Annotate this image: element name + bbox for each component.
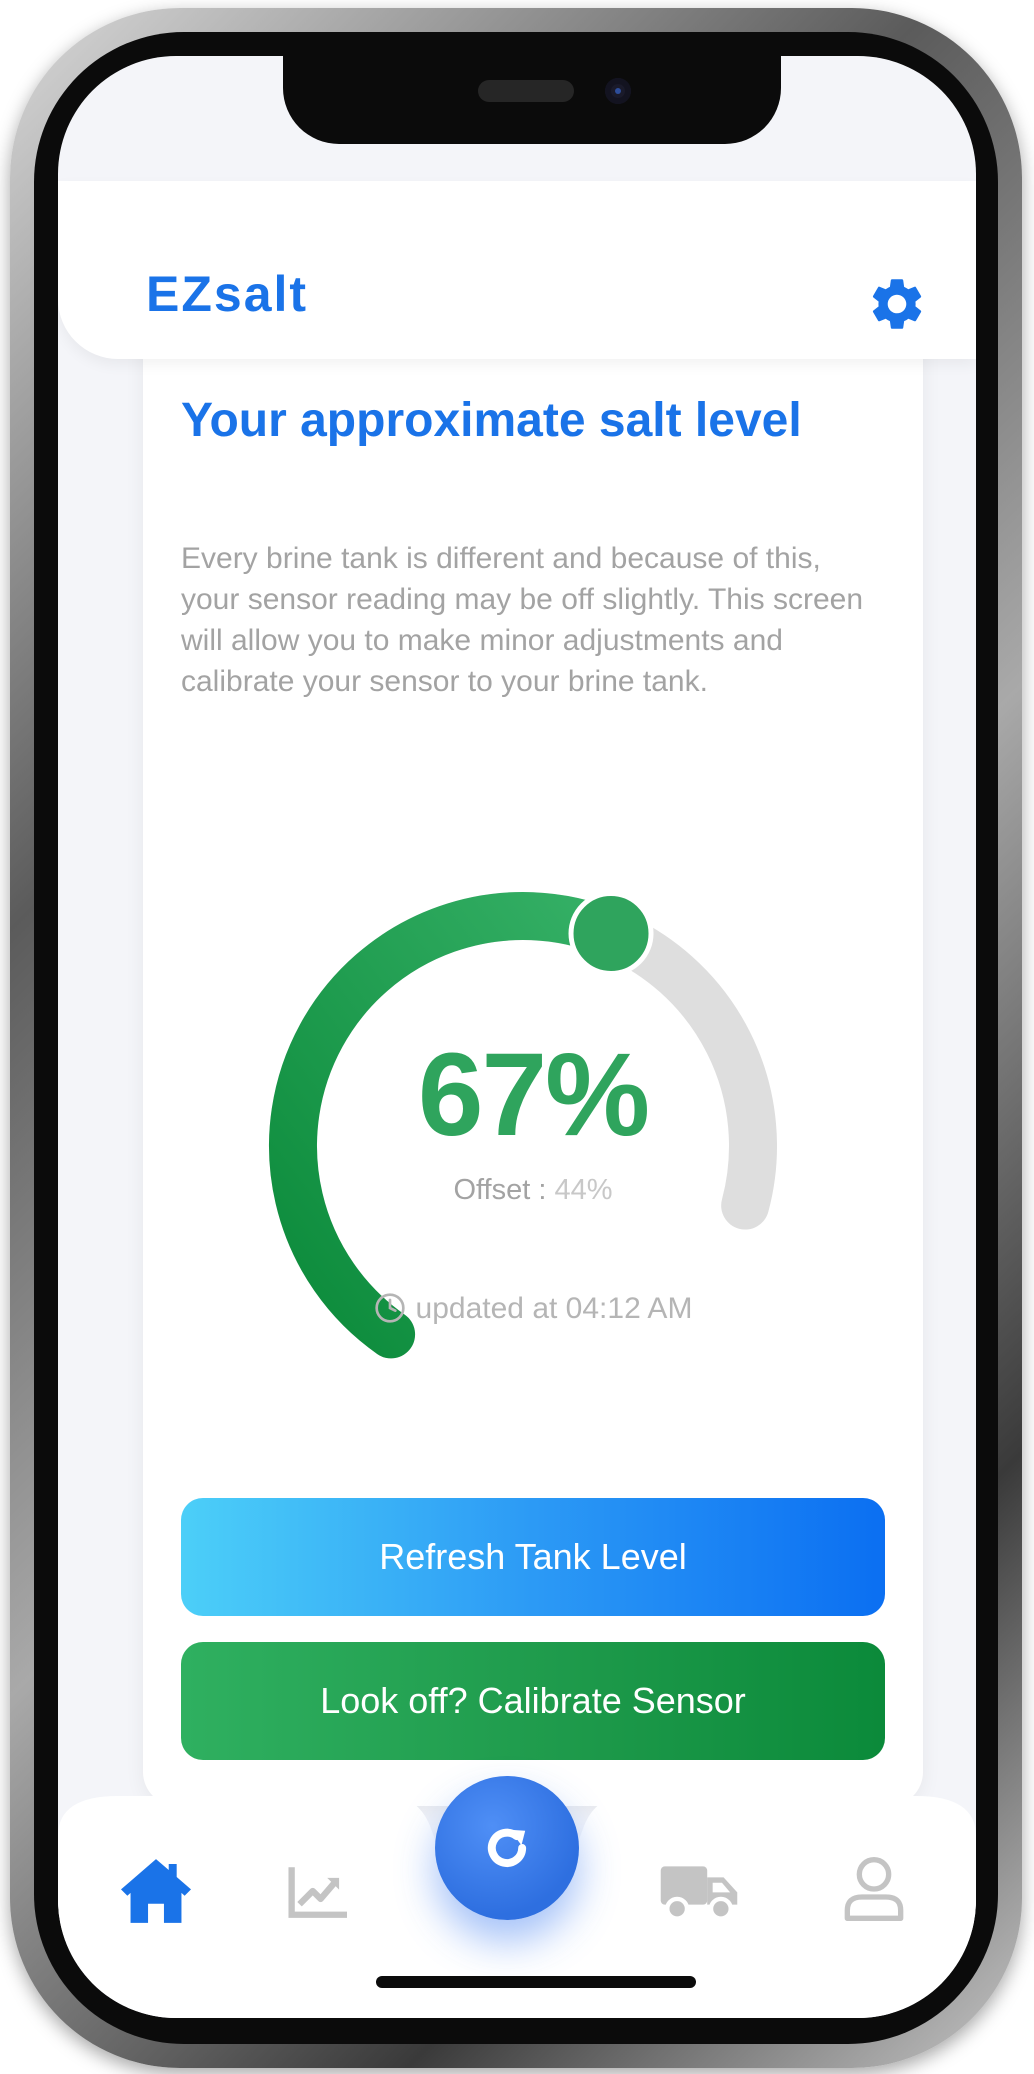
front-camera <box>605 78 631 104</box>
updated-text: updated at 04:12 AM <box>415 1292 693 1325</box>
card-description: Every brine tank is different and becaus… <box>181 542 864 698</box>
speaker-grille <box>478 80 574 102</box>
offset-label: Offset : <box>453 1174 555 1206</box>
card-title: Your approximate salt level <box>181 394 802 447</box>
clock-icon <box>374 1293 405 1323</box>
user-icon[interactable] <box>842 1854 906 1924</box>
offset-value: 44% <box>554 1174 613 1206</box>
gauge-knob[interactable] <box>568 891 654 977</box>
app-header: EZsalt <box>58 181 976 359</box>
salt-level-card: Your approximate salt level Every brine … <box>143 306 923 1806</box>
phone-screen: EZsalt Your approximate salt level Every… <box>58 56 976 2018</box>
refresh-tank-level-button[interactable]: Refresh Tank Level <box>181 1498 885 1616</box>
refresh-fab-button[interactable] <box>435 1776 579 1920</box>
gear-icon[interactable] <box>866 273 928 335</box>
calibrate-sensor-button[interactable]: Look off? Calibrate Sensor <box>181 1642 885 1760</box>
refresh-icon <box>487 1828 527 1867</box>
app-title: EZsalt <box>146 266 309 322</box>
home-icon[interactable] <box>116 1856 196 1926</box>
chart-icon[interactable] <box>286 1862 350 1920</box>
salt-level-percent: 67% <box>417 1029 650 1161</box>
home-indicator <box>376 1976 696 1988</box>
truck-icon[interactable] <box>658 1858 740 1924</box>
offset-row: Offset : 44% <box>143 1174 923 1207</box>
updated-timestamp: updated at 04:12 AM <box>143 1292 923 1326</box>
notch <box>283 56 781 144</box>
